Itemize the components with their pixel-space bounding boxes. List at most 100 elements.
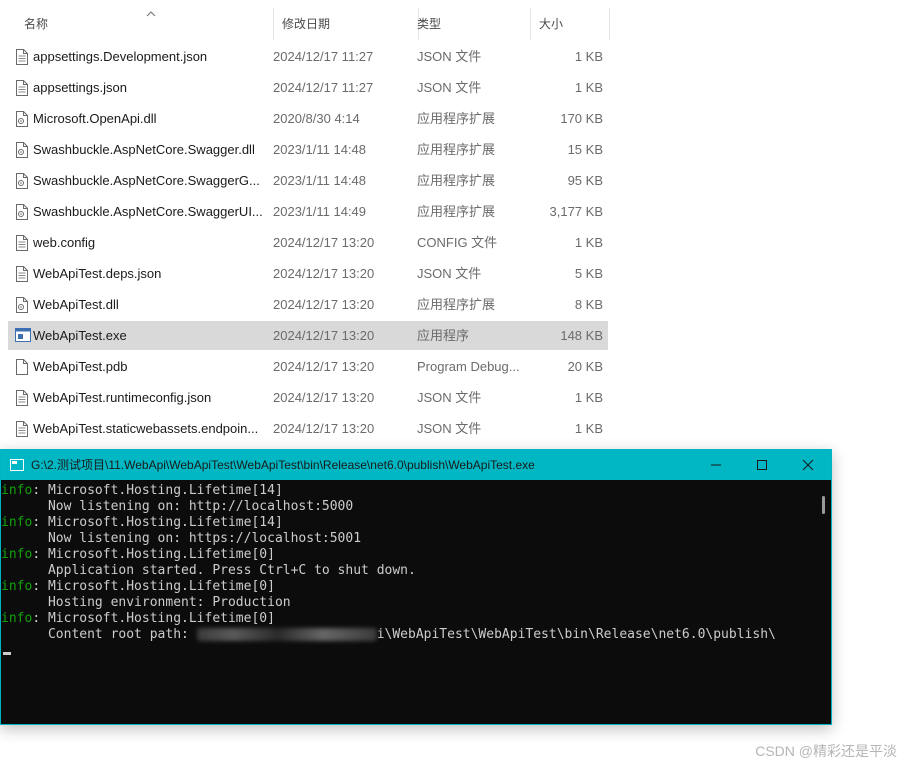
file-name: appsettings.json (33, 80, 127, 95)
file-row[interactable]: WebApiTest.pdb 2024/12/17 13:20 Program De… (8, 352, 608, 381)
file-size: 148 KB (560, 328, 603, 343)
file-name: appsettings.Development.json (33, 49, 208, 64)
file-type: JSON 文件 (417, 390, 482, 405)
console-app-icon (10, 459, 24, 471)
file-size: 15 KB (567, 142, 603, 157)
console-line: info: Microsoft.Hosting.Lifetime[0] (1, 579, 817, 595)
file-type: 应用程序扩展 (417, 173, 496, 188)
file-type: 应用程序扩展 (417, 111, 496, 126)
file-type: JSON 文件 (417, 49, 482, 64)
file-date: 2024/12/17 13:20 (273, 421, 375, 436)
column-header-type-label: 类型 (417, 17, 442, 31)
file-size: 3,177 KB (549, 204, 604, 219)
log-indent (1, 627, 48, 642)
console-line: info: Microsoft.Hosting.Lifetime[14] (1, 483, 817, 499)
log-message: Microsoft.Hosting.Lifetime[14] (47, 515, 283, 530)
file-row[interactable]: WebApiTest.staticwebassets.endpoin... 202… (8, 414, 608, 443)
file-row[interactable]: Swashbuckle.AspNetCore.SwaggerUI... 2023/… (8, 197, 608, 226)
scrollbar-thumb[interactable] (822, 496, 825, 514)
console-output[interactable]: info: Microsoft.Hosting.Lifetime[14] Now… (1, 480, 817, 724)
file-type: JSON 文件 (417, 266, 482, 281)
file-row[interactable]: WebApiTest.dll 2024/12/17 13:20 应用程序扩展 8 KB (8, 290, 608, 319)
document-icon (15, 80, 29, 96)
file-row[interactable]: appsettings.json 2024/12/17 11:27 JSON 文件 1… (8, 73, 608, 102)
file-name: Microsoft.OpenApi.dll (33, 111, 157, 126)
log-level: info (1, 579, 33, 594)
column-header-size[interactable]: 大小 (531, 8, 610, 40)
column-header-name-label: 名称 (24, 17, 49, 31)
column-header-name[interactable]: 名称 (16, 8, 274, 40)
dll-icon (15, 142, 29, 158)
file-date: 2024/12/17 13:20 (273, 266, 375, 281)
log-message: Microsoft.Hosting.Lifetime[0] (47, 547, 275, 562)
column-headers: 名称 修改日期 类型 大小 (8, 8, 610, 40)
file-row[interactable]: WebApiTest.deps.json 2024/12/17 13:20 JSON… (8, 259, 608, 288)
console-titlebar[interactable]: G:\2.测试项目\11.WebApi\WebApiTest\WebApiTes… (1, 450, 831, 480)
log-separator: : (32, 547, 48, 562)
file-row[interactable]: appsettings.Development.json 2024/12/17 1… (8, 42, 608, 71)
file-size: 20 KB (567, 359, 603, 374)
file-date: 2023/1/11 14:49 (273, 204, 367, 219)
file-date: 2024/12/17 11:27 (273, 49, 374, 64)
file-type: JSON 文件 (417, 80, 482, 95)
sort-ascending-icon (146, 11, 156, 17)
file-name: WebApiTest.exe (33, 328, 127, 343)
file-type: 应用程序 (417, 328, 470, 343)
file-size: 170 KB (560, 111, 603, 126)
minimize-button[interactable] (693, 450, 739, 480)
log-level: info (1, 547, 33, 562)
file-size: 5 KB (574, 266, 603, 281)
log-indent (1, 531, 48, 546)
log-indent (1, 499, 48, 514)
log-separator: : (32, 579, 48, 594)
file-size: 1 KB (574, 235, 603, 250)
file-type: 应用程序扩展 (417, 297, 496, 312)
console-scrollbar[interactable] (817, 480, 831, 724)
log-level: info (1, 611, 33, 626)
file-date: 2024/12/17 13:20 (273, 297, 375, 312)
file-type: 应用程序扩展 (417, 142, 496, 157)
console-line: info: Microsoft.Hosting.Lifetime[14] (1, 515, 817, 531)
console-window: G:\2.测试项目\11.WebApi\WebApiTest\WebApiTes… (0, 449, 832, 725)
dll-icon (15, 173, 29, 189)
log-message: Microsoft.Hosting.Lifetime[0] (47, 611, 275, 626)
file-date: 2024/12/17 13:20 (273, 359, 375, 374)
file-row[interactable]: Swashbuckle.AspNetCore.Swagger.dll 2023/1… (8, 135, 608, 164)
file-date: 2024/12/17 13:20 (273, 390, 375, 405)
column-header-date[interactable]: 修改日期 (274, 8, 419, 40)
file-row[interactable]: web.config 2024/12/17 13:20 CONFIG 文件 1 KB (8, 228, 608, 257)
exe-icon (15, 328, 31, 344)
column-header-date-label: 修改日期 (282, 17, 331, 31)
maximize-button[interactable] (739, 450, 785, 480)
file-name: WebApiTest.dll (33, 297, 119, 312)
watermark: CSDN @精彩还是平淡 (755, 743, 897, 759)
file-type: JSON 文件 (417, 421, 482, 436)
file-name: Swashbuckle.AspNetCore.SwaggerG... (33, 173, 260, 188)
log-message: Microsoft.Hosting.Lifetime[0] (47, 579, 275, 594)
log-indent (1, 563, 48, 578)
console-line: Content root path: i\WebApiTest\WebApiTe… (1, 627, 817, 643)
blank-file-icon (15, 359, 29, 375)
document-icon (15, 421, 29, 437)
file-row[interactable]: Swashbuckle.AspNetCore.SwaggerG... 2023/1… (8, 166, 608, 195)
file-type: 应用程序扩展 (417, 204, 496, 219)
file-row[interactable]: Microsoft.OpenApi.dll 2020/8/30 4:14 应用程序扩… (8, 104, 608, 133)
log-message-tail: i\WebApiTest\WebApiTest\bin\Release\net6… (376, 627, 776, 642)
close-button[interactable] (785, 450, 831, 480)
maximize-icon (757, 460, 767, 470)
redacted-path (196, 628, 377, 641)
log-indent (1, 595, 48, 610)
console-line: Hosting environment: Production (1, 595, 817, 611)
file-name: WebApiTest.staticwebassets.endpoin... (33, 421, 259, 436)
file-row[interactable]: WebApiTest.runtimeconfig.json 2024/12/17 … (8, 383, 608, 412)
log-message: Now listening on: https://localhost:5001 (47, 531, 362, 546)
file-name: WebApiTest.pdb (33, 359, 128, 374)
file-row[interactable]: WebApiTest.exe 2024/12/17 13:20 应用程序 148 KB (8, 321, 608, 350)
column-header-type[interactable]: 类型 (409, 8, 531, 40)
console-line: Now listening on: http://localhost:5000 (1, 499, 817, 515)
file-date: 2024/12/17 11:27 (273, 80, 374, 95)
document-icon (15, 49, 29, 65)
log-message: Hosting environment: Production (47, 595, 291, 610)
console-line: Application started. Press Ctrl+C to shu… (1, 563, 817, 579)
text-cursor (3, 652, 11, 655)
